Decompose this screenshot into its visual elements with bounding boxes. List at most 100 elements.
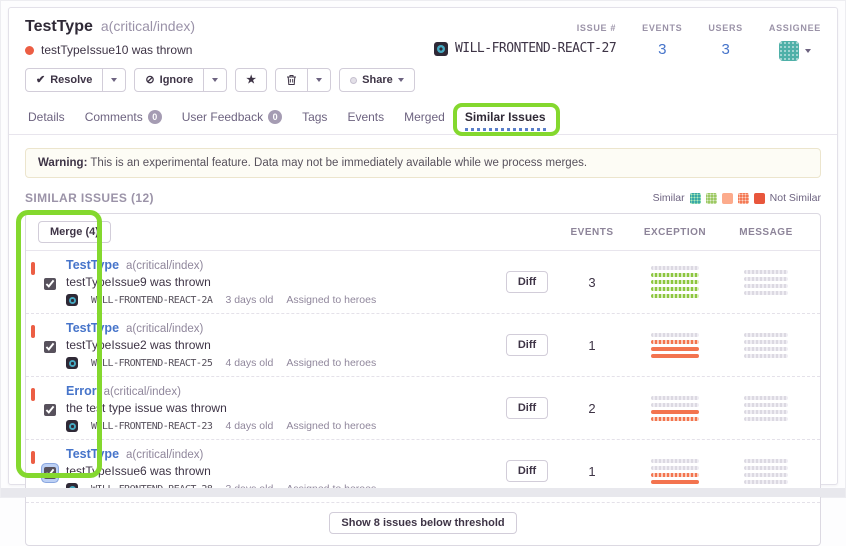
row-events-count: 2 bbox=[556, 401, 628, 416]
delete-dropdown-button[interactable] bbox=[307, 68, 331, 92]
panel-footer: Show 8 issues below threshold bbox=[26, 503, 820, 545]
page-bottom-strip bbox=[1, 488, 845, 497]
row-checkbox-wrap bbox=[44, 340, 56, 354]
events-count[interactable]: 3 bbox=[658, 41, 666, 58]
message-similarity-bars bbox=[744, 456, 788, 487]
platform-icon bbox=[66, 294, 78, 306]
error-level-bar-icon bbox=[31, 451, 35, 464]
row-assigned: Assigned to heroes bbox=[286, 294, 376, 306]
row-age: 3 days old bbox=[225, 294, 273, 306]
row-meta-line: WILL-FRONTEND-REACT-2A 3 days old Assign… bbox=[66, 294, 376, 306]
row-age: 4 days old bbox=[225, 357, 273, 369]
column-header-message: MESSAGE bbox=[722, 227, 810, 238]
message-similarity-cell bbox=[722, 456, 810, 487]
issue-message-line: testTypeIssue10 was thrown bbox=[25, 43, 415, 57]
users-column: USERS 3 bbox=[708, 23, 743, 58]
tab-user-feedback[interactable]: User Feedback 0 bbox=[179, 101, 285, 134]
platform-icon bbox=[66, 357, 78, 369]
diff-cell: Diff bbox=[498, 397, 556, 419]
delete-button-group bbox=[275, 68, 331, 92]
row-checkbox[interactable] bbox=[44, 341, 56, 353]
chevron-down-icon bbox=[212, 78, 218, 82]
column-header-events: EVENTS bbox=[556, 227, 628, 238]
resolve-dropdown-button[interactable] bbox=[102, 68, 126, 92]
issue-subtitle: a(critical/index) bbox=[101, 18, 195, 34]
chevron-down-icon bbox=[805, 49, 811, 53]
warning-prefix: Warning: bbox=[38, 157, 87, 169]
row-checkbox-wrap bbox=[44, 403, 56, 417]
tab-events[interactable]: Events bbox=[344, 101, 387, 134]
diff-button[interactable]: Diff bbox=[506, 397, 548, 419]
row-issue-message: testTypeIssue6 was thrown bbox=[66, 464, 376, 478]
row-assigned: Assigned to heroes bbox=[286, 420, 376, 432]
table-row: TestTypea(critical/index) testTypeIssue2… bbox=[26, 314, 820, 377]
chevron-down-icon bbox=[398, 78, 404, 82]
show-more-button[interactable]: Show 8 issues below threshold bbox=[329, 512, 516, 534]
exception-similarity-bars bbox=[651, 263, 699, 301]
mute-icon: ⊘ bbox=[145, 75, 154, 86]
row-issue-link[interactable]: TestType bbox=[66, 258, 119, 272]
ignore-label: Ignore bbox=[160, 74, 194, 86]
merge-button[interactable]: Merge (4) bbox=[38, 221, 111, 243]
section-title: SIMILAR ISSUES (12) bbox=[25, 191, 154, 205]
assignee-label: ASSIGNEE bbox=[769, 23, 821, 33]
ignore-dropdown-button[interactable] bbox=[203, 68, 227, 92]
bookmark-button[interactable]: ★ bbox=[235, 68, 267, 92]
events-label: EVENTS bbox=[642, 23, 682, 33]
message-similarity-bars bbox=[744, 330, 788, 361]
tab-details[interactable]: Details bbox=[25, 101, 68, 134]
row-issue-id: WILL-FRONTEND-REACT-25 bbox=[91, 358, 212, 369]
tab-label: Tags bbox=[302, 110, 327, 124]
row-checkbox-wrap-focused bbox=[44, 466, 56, 480]
chevron-down-icon bbox=[111, 78, 117, 82]
message-similarity-cell bbox=[722, 267, 810, 298]
assignee-selector[interactable] bbox=[779, 41, 811, 61]
legend-not-similar-label: Not Similar bbox=[770, 192, 821, 204]
row-issue-link[interactable]: TestType bbox=[66, 321, 119, 335]
tab-label: User Feedback bbox=[182, 110, 263, 124]
exception-similarity-cell bbox=[628, 330, 722, 361]
row-age: 4 days old bbox=[225, 420, 273, 432]
ignore-button[interactable]: ⊘ Ignore bbox=[134, 68, 204, 92]
row-text: TestTypea(critical/index) testTypeIssue2… bbox=[66, 321, 376, 369]
diff-button[interactable]: Diff bbox=[506, 334, 548, 356]
users-label: USERS bbox=[708, 23, 743, 33]
table-row: TestTypea(critical/index) testTypeIssue9… bbox=[26, 251, 820, 314]
diff-cell: Diff bbox=[498, 460, 556, 482]
issue-stats: ISSUE # WILL-FRONTEND-REACT-27 EVENTS 3 … bbox=[434, 18, 821, 92]
row-checkbox[interactable] bbox=[44, 467, 56, 479]
exception-similarity-bars bbox=[651, 330, 699, 361]
feedback-count-badge: 0 bbox=[268, 110, 282, 124]
issue-number-column: ISSUE # WILL-FRONTEND-REACT-27 bbox=[434, 23, 616, 56]
row-issue-link[interactable]: Error bbox=[66, 384, 97, 398]
delete-button[interactable] bbox=[275, 68, 308, 92]
exception-similarity-bars bbox=[651, 456, 699, 487]
row-issue-id: WILL-FRONTEND-REACT-23 bbox=[91, 421, 212, 432]
tab-similar-issues[interactable]: Similar Issues bbox=[462, 101, 549, 134]
users-count[interactable]: 3 bbox=[721, 41, 729, 58]
ignore-button-group: ⊘ Ignore bbox=[134, 68, 227, 92]
issue-id: WILL-FRONTEND-REACT-27 bbox=[455, 41, 616, 56]
assignee-avatar bbox=[779, 41, 799, 61]
star-icon: ★ bbox=[246, 75, 256, 86]
comments-count-badge: 0 bbox=[148, 110, 162, 124]
issue-id-row: WILL-FRONTEND-REACT-27 bbox=[434, 41, 616, 56]
tab-merged[interactable]: Merged bbox=[401, 101, 448, 134]
row-issue-link[interactable]: TestType bbox=[66, 447, 119, 461]
row-issue-subtitle: a(critical/index) bbox=[126, 449, 203, 461]
diff-button[interactable]: Diff bbox=[506, 460, 548, 482]
events-column: EVENTS 3 bbox=[642, 23, 682, 58]
active-tab-underline bbox=[465, 128, 546, 131]
issue-message: testTypeIssue10 was thrown bbox=[41, 43, 192, 57]
platform-icon bbox=[66, 420, 78, 432]
tab-label: Comments bbox=[85, 110, 143, 124]
chevron-down-icon bbox=[316, 78, 322, 82]
row-checkbox[interactable] bbox=[44, 278, 56, 290]
tab-tags[interactable]: Tags bbox=[299, 101, 330, 134]
tab-comments[interactable]: Comments 0 bbox=[82, 101, 165, 134]
row-checkbox[interactable] bbox=[44, 404, 56, 416]
platform-icon bbox=[434, 42, 448, 56]
resolve-button[interactable]: ✔ Resolve bbox=[25, 68, 103, 92]
diff-button[interactable]: Diff bbox=[506, 271, 548, 293]
share-button[interactable]: Share bbox=[339, 68, 415, 92]
